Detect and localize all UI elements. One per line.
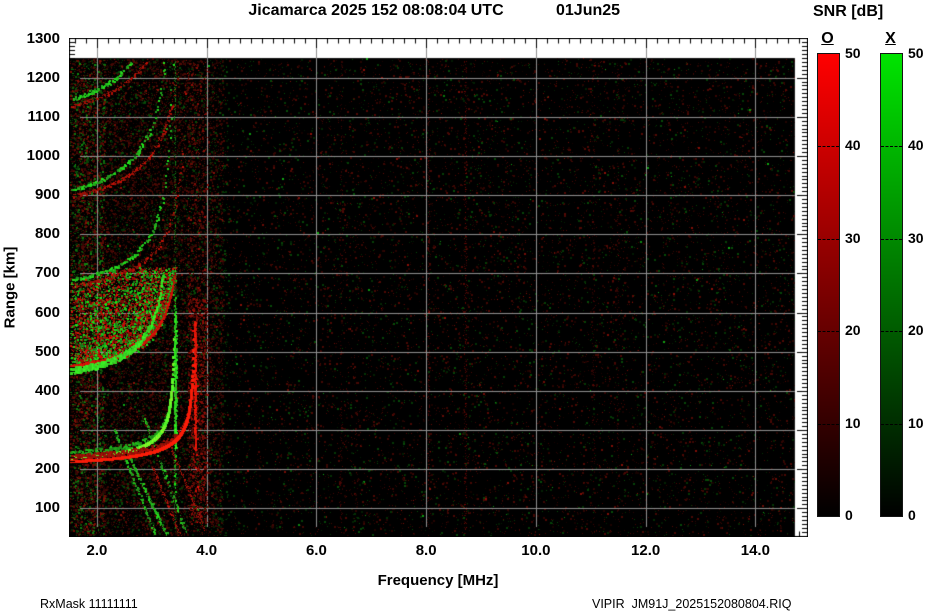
y-tick-label: 700 bbox=[14, 264, 60, 281]
colorbar-tick-label: 10 bbox=[908, 415, 932, 431]
x-tick-label: 2.0 bbox=[75, 542, 119, 559]
colorbar-tick-label: 50 bbox=[845, 45, 875, 61]
x-mode-label: X bbox=[879, 30, 902, 48]
ionogram-plot-canvas bbox=[69, 38, 808, 537]
colorbar-tick-label: 30 bbox=[845, 230, 875, 246]
y-tick-label: 600 bbox=[14, 304, 60, 321]
colorbar-tick-label: 0 bbox=[908, 507, 932, 523]
y-tick-label: 1300 bbox=[14, 30, 60, 47]
y-tick-label: 900 bbox=[14, 186, 60, 203]
colorbar-tick-label: 0 bbox=[845, 507, 875, 523]
y-tick-label: 1100 bbox=[14, 108, 60, 125]
colorbar-tick-label: 40 bbox=[908, 137, 932, 153]
x-tick-label: 6.0 bbox=[294, 542, 338, 559]
x-tick-label: 12.0 bbox=[624, 542, 668, 559]
y-tick-label: 400 bbox=[14, 382, 60, 399]
plot-date: 01Jun25 bbox=[556, 2, 620, 20]
colorbar-tick-dash bbox=[818, 424, 839, 425]
data-filename: VIPIR JM91J_2025152080804.RIQ bbox=[592, 597, 791, 611]
y-tick-label: 500 bbox=[14, 343, 60, 360]
o-mode-colorbar bbox=[817, 53, 840, 517]
colorbar-tick-label: 10 bbox=[845, 415, 875, 431]
colorbar-tick-dash bbox=[818, 331, 839, 332]
x-tick-label: 14.0 bbox=[733, 542, 777, 559]
colorbar-tick-label: 20 bbox=[908, 322, 932, 338]
colorbar-tick-label: 30 bbox=[908, 230, 932, 246]
y-tick-label: 1000 bbox=[14, 147, 60, 164]
colorbar-tick-label: 40 bbox=[845, 137, 875, 153]
colorbar-tick-dash bbox=[818, 239, 839, 240]
ionogram-figure: Jicamarca 2025 152 08:08:04 UTC 01Jun25 … bbox=[0, 0, 932, 614]
y-tick-label: 800 bbox=[14, 225, 60, 242]
x-mode-colorbar bbox=[880, 53, 903, 517]
x-tick-label: 4.0 bbox=[185, 542, 229, 559]
x-tick-label: 10.0 bbox=[514, 542, 558, 559]
x-tick-label: 8.0 bbox=[404, 542, 448, 559]
colorbar-tick-dash bbox=[881, 146, 902, 147]
y-tick-label: 200 bbox=[14, 460, 60, 477]
rxmask-status: RxMask 11111111 bbox=[40, 597, 138, 611]
colorbar-tick-dash bbox=[881, 331, 902, 332]
frequency-axis-title: Frequency [MHz] bbox=[69, 572, 807, 589]
colorbar-tick-label: 20 bbox=[845, 322, 875, 338]
colorbar-tick-dash bbox=[818, 146, 839, 147]
colorbar-title: SNR [dB] bbox=[813, 3, 883, 21]
y-tick-label: 300 bbox=[14, 421, 60, 438]
colorbar-tick-dash bbox=[881, 239, 902, 240]
colorbar-tick-dash bbox=[881, 424, 902, 425]
o-mode-label: O bbox=[816, 30, 839, 48]
y-tick-label: 100 bbox=[14, 499, 60, 516]
colorbar-tick-label: 50 bbox=[908, 45, 932, 61]
y-tick-label: 1200 bbox=[14, 69, 60, 86]
